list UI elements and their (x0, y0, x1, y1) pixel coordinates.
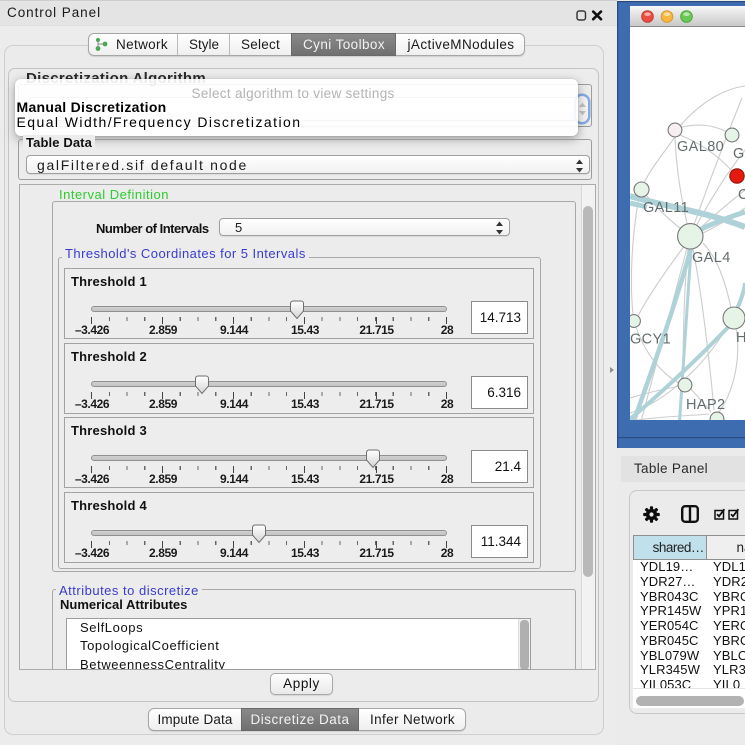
svg-text:GCY1: GCY1 (630, 332, 671, 348)
svg-text:GAL11: GAL11 (643, 200, 689, 216)
svg-text:C: C (738, 187, 745, 203)
svg-text:HAP2: HAP2 (686, 397, 725, 413)
svg-text:H: H (736, 330, 745, 346)
svg-text:GAL4: GAL4 (692, 250, 731, 266)
svg-text:GA: GA (733, 146, 745, 162)
svg-text:GAL80: GAL80 (677, 139, 724, 155)
